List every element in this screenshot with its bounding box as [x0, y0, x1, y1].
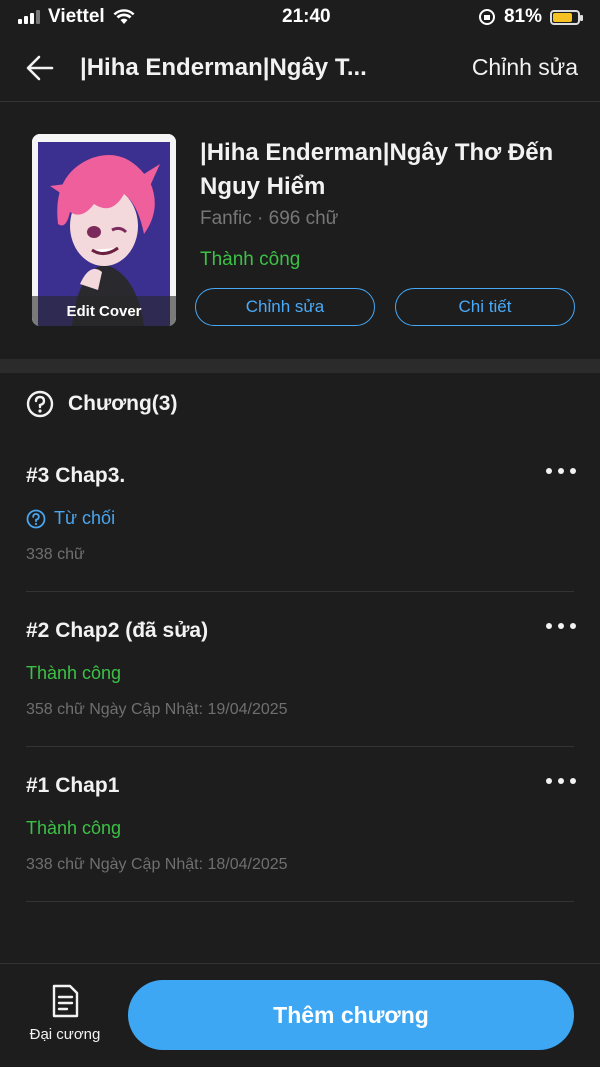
chapters-header: Chương(3): [26, 390, 177, 418]
chapter-status-text: Thành công: [26, 818, 122, 838]
back-button[interactable]: [0, 34, 80, 102]
chapter-divider: [26, 746, 574, 747]
add-chapter-button[interactable]: Thêm chương: [128, 980, 574, 1050]
bottom-bar: Đại cương Thêm chương: [0, 963, 600, 1067]
battery-label: 81%: [503, 6, 542, 27]
more-options-icon[interactable]: [546, 778, 576, 784]
outline-button[interactable]: Đại cương: [20, 984, 110, 1043]
orientation-lock-icon: [478, 9, 495, 25]
chapter-meta: 338 chữ: [26, 546, 85, 563]
chapter-meta: 338 chữ Ngày Cập Nhật: 18/04/2025: [26, 856, 288, 873]
chapter-status: Thành công: [26, 663, 121, 684]
back-arrow-icon: [26, 55, 54, 80]
status-right: 81%: [478, 6, 583, 28]
story-cover[interactable]: Edit Cover: [32, 134, 176, 326]
story-detail-button[interactable]: Chi tiết: [395, 288, 575, 326]
page-title: |Hiha Enderman|Ngây T...: [80, 53, 367, 81]
chapter-status: Thành công: [26, 818, 121, 839]
time-label: 21:40: [282, 6, 331, 27]
carrier-label: Viettel: [48, 6, 105, 27]
outline-label: Đại cương: [29, 1026, 101, 1043]
chapter-divider: [26, 591, 574, 592]
battery-icon: [549, 9, 583, 25]
chapter-title: #1 Chap1: [26, 774, 120, 797]
edit-story-button[interactable]: Chỉnh sửa: [195, 288, 375, 326]
help-icon[interactable]: [26, 390, 54, 418]
chapter-status-text: Thành công: [26, 663, 122, 683]
chapter-status: Từ chối: [26, 508, 115, 529]
chapter-divider: [26, 901, 574, 902]
more-options-icon[interactable]: [546, 468, 576, 474]
chapter-title: #2 Chap2 (đã sửa): [26, 619, 209, 642]
app-header: |Hiha Enderman|Ngây T... Chỉnh sửa: [0, 34, 600, 102]
wifi-icon: [113, 9, 135, 24]
story-title: |Hiha Enderman|Ngây Thơ Đến Nguy Hiểm: [200, 139, 554, 200]
document-icon: [52, 984, 79, 1018]
chapters-title: Chương(3): [68, 392, 178, 415]
help-icon: [26, 509, 46, 528]
chapter-title: #3 Chap3.: [26, 464, 126, 487]
header-edit-button[interactable]: Chỉnh sửa: [472, 54, 578, 81]
story-meta: Fanfic · 696 chữ: [200, 208, 339, 229]
edit-cover-label[interactable]: Edit Cover: [32, 296, 176, 326]
status-left: Viettel: [18, 6, 135, 28]
status-bar: Viettel 21:40 81%: [0, 0, 600, 34]
story-status: Thành công: [200, 249, 301, 270]
signal-icon: [18, 10, 40, 24]
story-info: Edit Cover |Hiha Enderman|Ngây Thơ Đến N…: [0, 118, 600, 340]
section-divider: [0, 359, 600, 373]
more-options-icon[interactable]: [546, 623, 576, 629]
chapter-meta: 358 chữ Ngày Cập Nhật: 19/04/2025: [26, 701, 288, 718]
chapter-status-text: Từ chối: [54, 508, 116, 528]
